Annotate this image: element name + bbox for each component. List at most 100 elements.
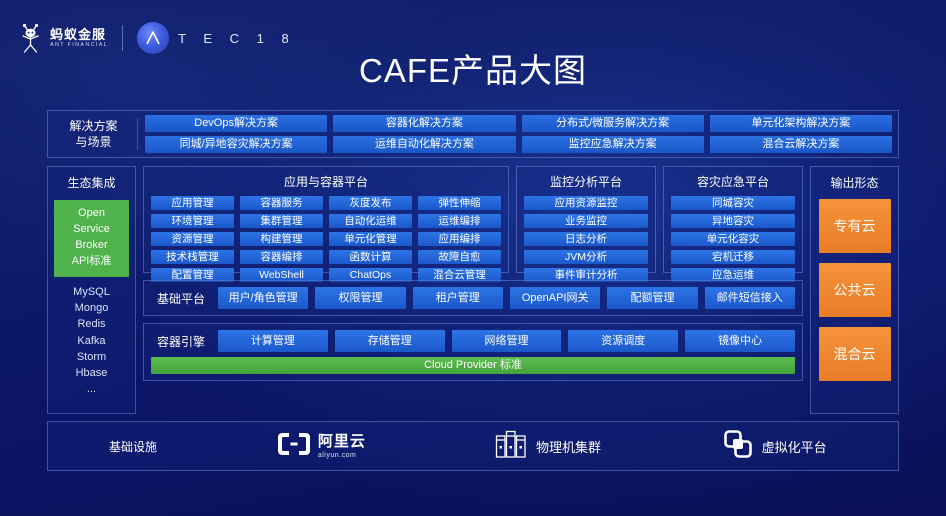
app-cell[interactable]: 自动化运维 — [329, 214, 412, 228]
app-cell[interactable]: 集群管理 — [240, 214, 323, 228]
base-platform-cell[interactable]: 用户/角色管理 — [218, 287, 309, 309]
eco-osb-line: Open — [78, 207, 105, 219]
solutions-label: 解决方案 与场景 — [54, 117, 138, 151]
monitoring-cell[interactable]: JVM分析 — [524, 250, 648, 264]
solution-chip[interactable]: 运维自动化解决方案 — [333, 136, 516, 153]
eco-list-item: Mongo — [74, 302, 109, 315]
disaster-recovery-platform-panel: 容灾应急平台 同城容灾 异地容灾 单元化容灾 宕机迁移 应急运维 — [663, 166, 803, 282]
monitoring-platform-list: 应用资源监控 业务监控 日志分析 JVM分析 事件审计分析 — [524, 196, 648, 282]
container-engine-cell[interactable]: 存储管理 — [334, 330, 445, 352]
output-form-box[interactable]: 混合云 — [818, 327, 891, 381]
container-engine-cell[interactable]: 网络管理 — [451, 330, 562, 352]
container-engine-cell[interactable]: 资源调度 — [568, 330, 679, 352]
base-platform-label: 基础平台 — [156, 291, 205, 306]
app-cell[interactable]: 容器服务 — [240, 196, 323, 210]
monitoring-platform-panel: 监控分析平台 应用资源监控 业务监控 日志分析 JVM分析 事件审计分析 — [516, 166, 656, 282]
infrastructure-item-physical-cluster[interactable]: 物理机集群 — [435, 429, 662, 464]
base-platform-cell[interactable]: 邮件短信接入 — [704, 287, 795, 309]
disaster-recovery-cell[interactable]: 单元化容灾 — [671, 232, 795, 246]
solutions-panel: 解决方案 与场景 DevOps解决方案 容器化解决方案 分布式/微服务解决方案 … — [47, 110, 899, 158]
app-cell[interactable]: 故障自愈 — [418, 250, 501, 264]
container-engine-cell[interactable]: 计算管理 — [218, 330, 328, 352]
solution-chip[interactable]: 分布式/微服务解决方案 — [521, 115, 704, 132]
eco-osb-block[interactable]: Open Service Broker API标准 — [54, 200, 129, 277]
vmware-squares-icon — [723, 429, 753, 464]
base-platform-cell[interactable]: 租户管理 — [412, 287, 503, 309]
app-cell[interactable]: 资源管理 — [151, 232, 234, 246]
eco-osb-line: Broker — [75, 238, 108, 251]
container-engine-panel: 容器引擎 计算管理 存储管理 网络管理 资源调度 镜像中心 Cloud Prov… — [143, 323, 803, 381]
solution-chip[interactable]: 单元化架构解决方案 — [709, 115, 892, 132]
eco-list-item: Redis — [77, 318, 106, 331]
solutions-label-line1: 解决方案 — [69, 118, 118, 133]
aliyun-name-cn: 阿里云 — [317, 432, 366, 450]
container-engine-cell[interactable]: 镜像中心 — [685, 330, 795, 352]
infrastructure-panel: 基础设施 阿里云 aliyun.com 物理机集群 虚拟化平台 — [47, 421, 899, 471]
base-platform-cell[interactable]: OpenAPI网关 — [509, 287, 601, 309]
app-cell[interactable]: 应用编排 — [418, 232, 501, 246]
solution-chip[interactable]: 监控应急解决方案 — [521, 136, 704, 153]
disaster-recovery-cell[interactable]: 宕机迁移 — [671, 250, 795, 264]
disaster-recovery-platform-list: 同城容灾 异地容灾 单元化容灾 宕机迁移 应急运维 — [671, 196, 795, 282]
server-rack-icon — [495, 429, 527, 464]
app-container-platform-title: 应用与容器平台 — [283, 175, 368, 189]
output-form-box[interactable]: 公共云 — [818, 263, 891, 317]
base-platform-panel: 基础平台 用户/角色管理 权限管理 租户管理 OpenAPI网关 配额管理 邮件… — [143, 280, 803, 316]
infrastructure-item-aliyun[interactable]: 阿里云 aliyun.com — [208, 431, 435, 462]
monitoring-cell[interactable]: 日志分析 — [524, 232, 648, 246]
infrastructure-label: 基础设施 — [108, 439, 157, 454]
eco-list-item: Kafka — [77, 334, 106, 347]
output-forms-title: 输出形态 — [830, 176, 879, 190]
cloud-provider-standard-bar[interactable]: Cloud Provider 标准 — [151, 357, 795, 374]
app-cell[interactable]: 灰度发布 — [329, 196, 412, 210]
infrastructure-item-virtualization[interactable]: 虚拟化平台 — [661, 429, 888, 464]
base-platform-items: 用户/角色管理 权限管理 租户管理 OpenAPI网关 配额管理 邮件短信接入 — [218, 287, 795, 309]
solution-chip[interactable]: 容器化解决方案 — [333, 115, 516, 132]
app-cell[interactable]: 弹性伸缩 — [418, 196, 501, 210]
app-cell[interactable]: 单元化管理 — [329, 232, 412, 246]
app-cell[interactable]: 应用管理 — [151, 196, 234, 210]
eco-integration-title: 生态集成 — [67, 176, 116, 190]
app-container-platform-panel: 应用与容器平台 应用管理 容器服务 灰度发布 弹性伸缩 环境管理 集群管理 自动… — [143, 166, 509, 282]
eco-osb-line: Service — [73, 222, 110, 235]
container-engine-label: 容器引擎 — [156, 334, 205, 349]
container-engine-row: 容器引擎 计算管理 存储管理 网络管理 资源调度 镜像中心 — [151, 330, 795, 352]
app-cell[interactable]: 技术栈管理 — [151, 250, 234, 264]
disaster-recovery-platform-title: 容灾应急平台 — [696, 175, 769, 189]
ant-financial-name-cn: 蚂蚁金服 — [50, 26, 107, 42]
eco-list-item: Storm — [76, 350, 107, 363]
solution-chip[interactable]: 混合云解决方案 — [709, 136, 892, 153]
app-cell[interactable]: 容器编排 — [240, 250, 323, 264]
base-platform-cell[interactable]: 配额管理 — [607, 287, 698, 309]
aliyun-logo-icon — [277, 431, 311, 462]
monitoring-cell[interactable]: 业务监控 — [524, 214, 648, 228]
app-cell[interactable]: 环境管理 — [151, 214, 234, 228]
monitoring-platform-title: 监控分析平台 — [549, 175, 622, 189]
eco-osb-line: API标准 — [71, 254, 112, 267]
output-form-box[interactable]: 专有云 — [818, 199, 891, 253]
solutions-grid: DevOps解决方案 容器化解决方案 分布式/微服务解决方案 单元化架构解决方案… — [145, 115, 892, 153]
eco-list-item: Hbase — [75, 367, 108, 380]
platforms-row: 应用与容器平台 应用管理 容器服务 灰度发布 弹性伸缩 环境管理 集群管理 自动… — [143, 166, 803, 282]
virtualization-label: 虚拟化平台 — [761, 439, 827, 455]
app-cell[interactable]: 函数计算 — [329, 250, 412, 264]
eco-list-item: ... — [86, 383, 97, 396]
solution-chip[interactable]: 同城/异地容灾解决方案 — [145, 136, 328, 153]
solutions-label-line2: 与场景 — [75, 135, 112, 149]
architecture-body: 生态集成 Open Service Broker API标准 MySQL Mon… — [47, 166, 899, 414]
disaster-recovery-cell[interactable]: 异地容灾 — [671, 214, 795, 228]
eco-list-item: MySQL — [73, 285, 110, 298]
eco-integration-panel: 生态集成 Open Service Broker API标准 MySQL Mon… — [47, 166, 136, 414]
monitoring-cell[interactable]: 应用资源监控 — [524, 196, 648, 210]
infrastructure-items: 阿里云 aliyun.com 物理机集群 虚拟化平台 — [208, 429, 888, 464]
center-stack: 应用与容器平台 应用管理 容器服务 灰度发布 弹性伸缩 环境管理 集群管理 自动… — [143, 166, 803, 414]
solutions-row-2: 同城/异地容灾解决方案 运维自动化解决方案 监控应急解决方案 混合云解决方案 — [145, 136, 892, 153]
physical-cluster-label: 物理机集群 — [536, 439, 602, 455]
solution-chip[interactable]: DevOps解决方案 — [145, 115, 328, 132]
page-title: CAFE产品大图 — [358, 52, 587, 89]
app-cell[interactable]: 运维编排 — [418, 214, 501, 228]
app-cell[interactable]: 构建管理 — [240, 232, 323, 246]
disaster-recovery-cell[interactable]: 同城容灾 — [671, 196, 795, 210]
base-platform-cell[interactable]: 权限管理 — [315, 287, 406, 309]
app-container-platform-grid: 应用管理 容器服务 灰度发布 弹性伸缩 环境管理 集群管理 自动化运维 运维编排… — [151, 196, 501, 282]
